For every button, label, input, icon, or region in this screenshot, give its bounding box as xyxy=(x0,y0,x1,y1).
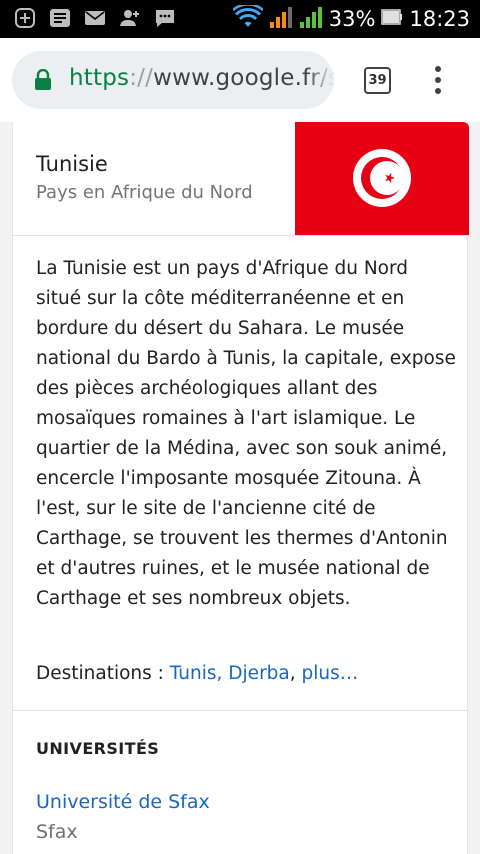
url-bar[interactable]: https://www.google.fr/s xyxy=(12,51,334,109)
signal-green-icon xyxy=(299,5,323,33)
url-separator: :// xyxy=(129,65,154,91)
entity-subtitle: Pays en Afrique du Nord xyxy=(36,182,253,203)
signal-orange-icon xyxy=(269,5,293,33)
wifi-icon xyxy=(231,3,264,33)
url-text[interactable]: https://www.google.fr/s xyxy=(69,65,334,91)
universities-heading: UNIVERSITÉS xyxy=(36,739,160,758)
add-box-icon xyxy=(14,7,36,29)
notification-icon xyxy=(49,7,71,29)
person-add-icon xyxy=(119,7,141,29)
destination-link-tunis[interactable]: Tunis xyxy=(170,663,217,684)
battery-icon xyxy=(381,7,403,31)
tab-count: 39 xyxy=(368,73,387,88)
clock: 18:23 xyxy=(409,7,470,31)
browser-toolbar: https://www.google.fr/s 39 xyxy=(0,38,480,122)
url-fade xyxy=(306,51,334,109)
section-divider xyxy=(13,710,469,711)
tab-switcher-button[interactable]: 39 xyxy=(364,67,391,94)
battery-percent: 33% xyxy=(328,7,376,31)
university-city: Sfax xyxy=(36,821,78,843)
status-bar: 33% 18:23 xyxy=(0,0,480,38)
knowledge-panel-card: Tunisie Pays en Afrique du Nord La Tunis… xyxy=(12,122,469,854)
menu-dot xyxy=(435,88,441,94)
destination-link-djerba[interactable]: Djerba xyxy=(228,663,289,684)
university-link[interactable]: Université de Sfax xyxy=(36,791,210,813)
card-header: Tunisie Pays en Afrique du Nord xyxy=(13,122,469,236)
lock-icon[interactable] xyxy=(34,68,52,91)
url-scheme: https xyxy=(69,65,130,91)
message-icon xyxy=(154,7,176,29)
destinations-more-link[interactable]: plus… xyxy=(302,663,359,684)
mail-icon xyxy=(84,7,106,29)
tunisia-flag-image[interactable] xyxy=(295,122,469,235)
destinations-label: Destinations : xyxy=(36,663,170,684)
destinations-separator: , xyxy=(289,663,302,684)
entity-description: La Tunisie est un pays d'Afrique du Nord… xyxy=(36,258,456,609)
destinations-separator: , xyxy=(216,663,229,684)
menu-dot xyxy=(435,66,441,72)
destinations-row: Destinations : Tunis, Djerba, plus… xyxy=(36,663,358,684)
overflow-menu-button[interactable] xyxy=(426,62,450,98)
crescent-star-icon xyxy=(353,149,411,207)
menu-dot xyxy=(435,77,441,83)
entity-title: Tunisie xyxy=(36,152,108,176)
